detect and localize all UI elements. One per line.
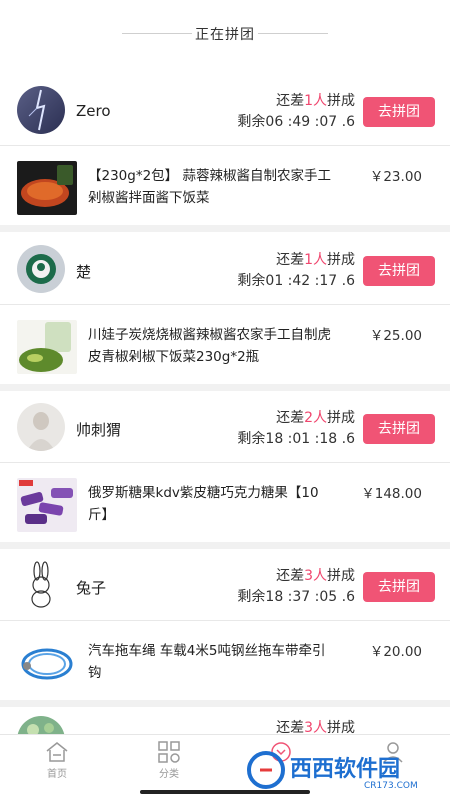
product-name: 汽车拖车绳 车载4米5吨钢丝拖车带牵引钩 <box>88 643 326 681</box>
countdown-timer: 剩余06 :49 :07 .6 <box>237 114 355 130</box>
home-icon <box>46 742 68 762</box>
status-suffix: 拼成 <box>327 93 355 109</box>
join-group-button[interactable]: 去拼团 <box>363 256 435 286</box>
avatar <box>17 86 65 134</box>
username: 兔子 <box>76 579 107 597</box>
avatar <box>17 403 65 451</box>
join-group-button[interactable]: 去拼团 <box>363 572 435 602</box>
group-user-row: 楚 还差1人拼成 剩余01 :42 :17 .6 去拼团 <box>0 232 450 302</box>
product-price: ￥20.00 <box>369 644 422 660</box>
section-separator <box>0 225 450 232</box>
group-status: 还差1人拼成 剩余01 :42 :17 .6 <box>237 250 355 292</box>
people-needed: 1人 <box>304 252 327 268</box>
product-image <box>17 636 77 690</box>
avatar <box>17 245 65 293</box>
tab-home[interactable]: 首页 <box>22 741 92 780</box>
product-image <box>17 161 77 215</box>
status-prefix: 还差 <box>276 410 305 426</box>
watermark-logo: 西西软件园 CR173.COM <box>246 748 442 792</box>
tab-label: 分类 <box>159 769 179 780</box>
product-row[interactable]: 汽车拖车绳 车载4米5吨钢丝拖车带牵引钩 ￥20.00 <box>0 631 450 701</box>
group-status: 还差2人拼成 剩余18 :01 :18 .6 <box>237 408 355 450</box>
username: Zero <box>76 102 111 120</box>
watermark-brand: 西西软件园 <box>290 756 400 782</box>
group-status: 还差1人拼成 剩余06 :49 :07 .6 <box>237 91 355 133</box>
divider <box>0 304 450 305</box>
group-status: 还差3人拼成 剩余18 :37 :05 .6 <box>237 566 355 608</box>
home-indicator <box>140 790 310 794</box>
username: 帅刺猬 <box>76 421 122 439</box>
product-price: ￥23.00 <box>369 169 422 185</box>
product-price: ￥148.00 <box>361 486 422 502</box>
group-user-row: Zero 还差1人拼成 剩余06 :49 :07 .6 去拼团 <box>0 73 450 143</box>
product-image <box>17 320 77 374</box>
countdown-timer: 剩余01 :42 :17 .6 <box>237 273 355 289</box>
product-name: 俄罗斯糖果kdv紫皮糖巧克力糖果【10斤】 <box>88 485 319 523</box>
group-user-row: 兔子 还差3人拼成 剩余18 :37 :05 .6 去拼团 <box>0 548 450 618</box>
status-prefix: 还差 <box>276 252 305 268</box>
product-name: 川娃子炭烧烧椒酱辣椒酱农家手工自制虎皮青椒剁椒下饭菜230g*2瓶 <box>88 327 331 365</box>
section-header: 正在拼团 <box>0 0 450 70</box>
status-prefix: 还差 <box>276 93 305 109</box>
status-suffix: 拼成 <box>327 568 355 584</box>
product-row[interactable]: 川娃子炭烧烧椒酱辣椒酱农家手工自制虎皮青椒剁椒下饭菜230g*2瓶 ￥25.00 <box>0 315 450 385</box>
section-title: 正在拼团 <box>195 27 255 43</box>
tab-label: 首页 <box>47 769 67 780</box>
product-image <box>17 478 77 532</box>
countdown-timer: 剩余18 :37 :05 .6 <box>237 589 355 605</box>
product-name: 【230g*2包】 蒜蓉辣椒酱自制农家手工剁椒酱拌面酱下饭菜 <box>88 168 331 206</box>
avatar <box>17 561 65 609</box>
tab-category[interactable]: 分类 <box>134 741 204 780</box>
divider <box>0 462 450 463</box>
product-row[interactable]: 【230g*2包】 蒜蓉辣椒酱自制农家手工剁椒酱拌面酱下饭菜 ￥23.00 <box>0 156 450 226</box>
join-group-button[interactable]: 去拼团 <box>363 414 435 444</box>
username: 楚 <box>76 263 92 281</box>
category-icon <box>158 741 180 763</box>
status-suffix: 拼成 <box>327 252 355 268</box>
divider <box>0 620 450 621</box>
watermark-domain: CR173.COM <box>364 781 418 791</box>
people-needed: 1人 <box>304 93 327 109</box>
header-line-right <box>258 33 328 34</box>
join-group-button[interactable]: 去拼团 <box>363 97 435 127</box>
status-suffix: 拼成 <box>327 410 355 426</box>
people-needed: 3人 <box>304 568 327 584</box>
people-needed: 2人 <box>304 410 327 426</box>
group-user-row: 帅刺猬 还差2人拼成 剩余18 :01 :18 .6 去拼团 <box>0 390 450 460</box>
countdown-timer: 剩余18 :01 :18 .6 <box>237 431 355 447</box>
product-row[interactable]: 俄罗斯糖果kdv紫皮糖巧克力糖果【10斤】 ￥148.00 <box>0 473 450 543</box>
divider <box>0 145 450 146</box>
product-price: ￥25.00 <box>369 328 422 344</box>
status-prefix: 还差 <box>276 568 305 584</box>
